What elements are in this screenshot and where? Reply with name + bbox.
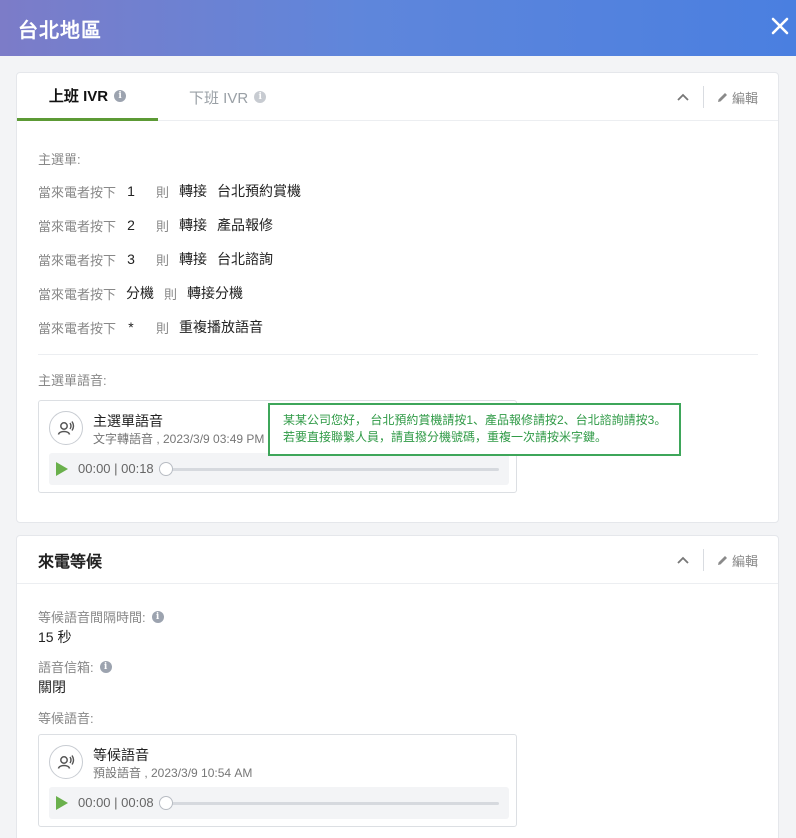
audio-time: 00:00 | 00:08 — [78, 795, 154, 810]
chevron-up-icon[interactable] — [676, 90, 690, 104]
divider — [703, 86, 704, 108]
menu-row-action: 轉接 — [179, 251, 208, 267]
menu-row-then: 則 — [156, 320, 170, 336]
audio-name: 等候語音 — [93, 747, 149, 763]
menu-row-action: 轉接 — [179, 183, 208, 199]
interval-label-row: 等候語音間隔時間: i — [38, 607, 164, 626]
play-icon[interactable] — [56, 796, 68, 810]
tab-night-ivr[interactable]: 下班 IVR i — [189, 73, 267, 121]
voice-script-tooltip: 某某公司您好， 台北預約賞機請按1、產品報修請按2、台北諮詢請按3。 若要直接聯… — [268, 403, 681, 456]
edit-label: 編輯 — [731, 553, 758, 569]
seek-bar[interactable] — [165, 802, 499, 805]
menu-row-key: 3 — [127, 251, 135, 267]
interval-value: 15 秒 — [38, 629, 72, 645]
menu-row-action: 轉接 — [179, 217, 208, 233]
chevron-up-icon[interactable] — [676, 553, 690, 567]
menu-row-action: 重複播放語音 — [179, 319, 264, 335]
menu-row-then: 則 — [164, 286, 178, 302]
close-icon[interactable] — [768, 14, 792, 38]
play-icon[interactable] — [56, 462, 68, 476]
menu-row: 當來電者按下 2 則 轉接 產品報修 — [38, 215, 273, 235]
edit-label: 編輯 — [731, 90, 758, 106]
main-menu-voice-label: 主選單語音: — [38, 373, 107, 388]
voicemail-label-row: 語音信箱: i — [38, 657, 112, 676]
menu-row: 當來電者按下 分機 則 轉接分機 — [38, 283, 243, 303]
menu-row-key: 分機 — [126, 285, 155, 301]
menu-row-prefix: 當來電者按下 — [38, 184, 117, 200]
audio-name: 主選單語音 — [93, 413, 163, 429]
voicemail-label: 語音信箱: — [38, 660, 94, 675]
menu-row-then: 則 — [156, 184, 170, 200]
menu-row: 當來電者按下 3 則 轉接 台北諮詢 — [38, 249, 273, 269]
pencil-icon — [717, 555, 727, 565]
divider — [703, 549, 704, 571]
modal-title: 台北地區 — [18, 19, 102, 42]
menu-row-prefix: 當來電者按下 — [38, 286, 117, 302]
seek-handle[interactable] — [159, 462, 173, 476]
edit-button[interactable]: 編輯 — [716, 73, 758, 121]
audio-time: 00:00 | 00:18 — [78, 461, 154, 476]
menu-row-action: 轉接分機 — [187, 285, 244, 301]
edit-button[interactable]: 編輯 — [716, 536, 758, 584]
voice-icon — [49, 411, 83, 445]
voice-icon — [49, 745, 83, 779]
waiting-card: 來電等候 編輯 等候語音間隔時間: i 15 秒 語音信箱: i 關閉 等候語音… — [16, 535, 779, 838]
info-icon[interactable]: i — [254, 91, 267, 103]
menu-row-then: 則 — [156, 252, 170, 268]
pencil-icon — [717, 92, 727, 102]
audio-player: 00:00 | 00:08 — [49, 787, 509, 819]
main-menu-label: 主選單: — [38, 152, 81, 167]
audio-meta: 預設語音 , 2023/3/9 10:54 AM — [93, 766, 253, 780]
waiting-card-header: 來電等候 編輯 — [17, 536, 778, 584]
tooltip-line: 若要直接聯繫人員，請直撥分機號碼，重複一次請按米字鍵。 — [283, 430, 608, 444]
tab-day-ivr-label: 上班 IVR — [48, 88, 109, 105]
tab-night-ivr-label: 下班 IVR — [189, 89, 249, 107]
menu-row-destination: 產品報修 — [217, 217, 274, 233]
section-divider — [38, 354, 758, 355]
menu-row-prefix: 當來電者按下 — [38, 252, 117, 268]
seek-handle[interactable] — [159, 796, 173, 810]
audio-player: 00:00 | 00:18 — [49, 453, 509, 485]
waiting-voice-label: 等候語音: — [38, 711, 94, 726]
waiting-card-title: 來電等候 — [38, 554, 103, 571]
menu-row-destination: 台北諮詢 — [217, 251, 274, 267]
tooltip-line: 某某公司您好， 台北預約賞機請按1、產品報修請按2、台北諮詢請按3。 — [283, 413, 667, 427]
menu-row: 當來電者按下 1 則 轉接 台北預約賞機 — [38, 181, 301, 201]
info-icon[interactable]: i — [114, 89, 127, 102]
menu-row: 當來電者按下 * 則 重複播放語音 — [38, 317, 263, 337]
menu-row-key: 2 — [127, 217, 135, 233]
tab-day-ivr[interactable]: 上班 IVR i — [17, 73, 158, 121]
menu-row-key: 1 — [127, 183, 135, 199]
info-icon[interactable]: i — [99, 660, 112, 673]
modal-header: 台北地區 — [0, 0, 796, 56]
audio-meta: 文字轉語音 , 2023/3/9 03:49 PM — [93, 432, 265, 446]
ivr-card-header: 上班 IVR i 下班 IVR i 編輯 — [17, 73, 778, 121]
menu-row-prefix: 當來電者按下 — [38, 320, 117, 336]
seek-bar[interactable] — [165, 468, 499, 471]
audio-card: 等候語音 預設語音 , 2023/3/9 10:54 AM 00:00 | 00… — [38, 734, 517, 827]
menu-row-prefix: 當來電者按下 — [38, 218, 117, 234]
menu-row-then: 則 — [156, 218, 170, 234]
info-icon[interactable]: i — [151, 610, 164, 623]
interval-label: 等候語音間隔時間: — [38, 610, 146, 625]
voicemail-value: 關閉 — [38, 679, 66, 695]
menu-row-destination: 台北預約賞機 — [217, 183, 302, 199]
menu-row-key: * — [128, 319, 134, 335]
